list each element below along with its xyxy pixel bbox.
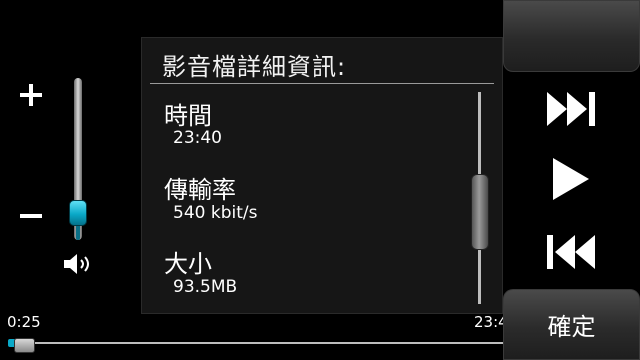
bitrate-label: 傳輸率 [164,176,236,204]
confirm-button[interactable]: 確定 [503,289,640,360]
top-softkey-button[interactable] [503,0,640,72]
size-label: 大小 [164,250,212,278]
fast-forward-icon[interactable] [543,88,599,130]
rewind-icon[interactable] [543,231,599,273]
total-time: 23:40 [474,313,503,331]
progress-track[interactable] [8,342,503,344]
speaker-icon[interactable] [62,252,94,276]
panel-title: 影音檔詳細資訊: [162,53,347,81]
size-value: 93.5MB [173,277,238,297]
volume-slider-handle[interactable] [69,200,87,226]
progress-handle[interactable] [14,338,35,353]
duration-label: 時間 [164,102,212,130]
volume-up-button[interactable] [20,84,42,106]
details-scrollbar-thumb[interactable] [471,174,489,250]
bitrate-value: 540 kbit/s [173,203,258,223]
duration-value: 23:40 [173,128,222,148]
file-details-panel: 影音檔詳細資訊: 時間 23:40 傳輸率 540 kbit/s 大小 93.5… [141,37,503,314]
play-icon[interactable] [543,158,599,200]
elapsed-time: 0:25 [7,313,41,331]
title-divider [150,83,494,84]
volume-down-button[interactable] [20,214,42,218]
